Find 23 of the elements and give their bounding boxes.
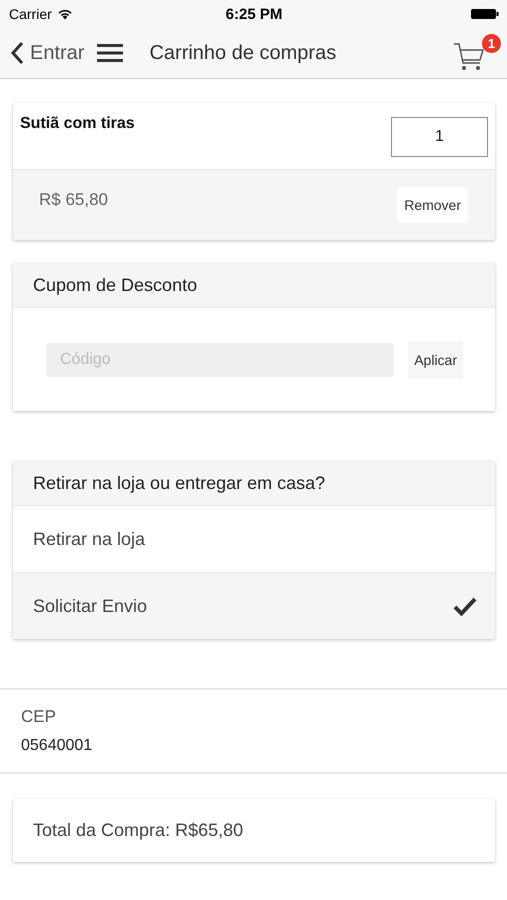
purchase-total: Total da Compra: R$65,80 [33,820,244,841]
wifi-icon [56,8,73,20]
product-name: Sutiã com tiras [20,115,135,133]
product-price: R$ 65,80 [39,190,108,210]
battery-icon [470,8,499,20]
carrier-name: Carrier [9,6,52,22]
card-header: Cupom de Desconto [13,263,495,308]
cart-icon [453,41,485,73]
page-title: Carrinho de compras [149,42,338,64]
delivery-option[interactable]: Retirar na loja [13,506,495,573]
menu-icon[interactable] [97,43,124,63]
remove-button[interactable]: Remover [397,187,468,223]
clock-time: 6:25 PM [226,6,282,22]
count-badge: 1 [482,34,501,53]
quantity-field[interactable]: 1 [391,117,488,157]
cep-label: CEP [21,707,57,727]
card-header: Retirar na loja ou entregar em casa? [13,461,495,506]
checkmark-icon [453,596,477,616]
delivery-option[interactable]: Solicitar Envio [13,573,495,639]
chevron-left-icon [10,41,24,65]
apply-button[interactable]: Aplicar [408,340,463,378]
back-button[interactable]: Entrar [10,41,84,65]
cep-value: 05640001 [21,737,94,755]
